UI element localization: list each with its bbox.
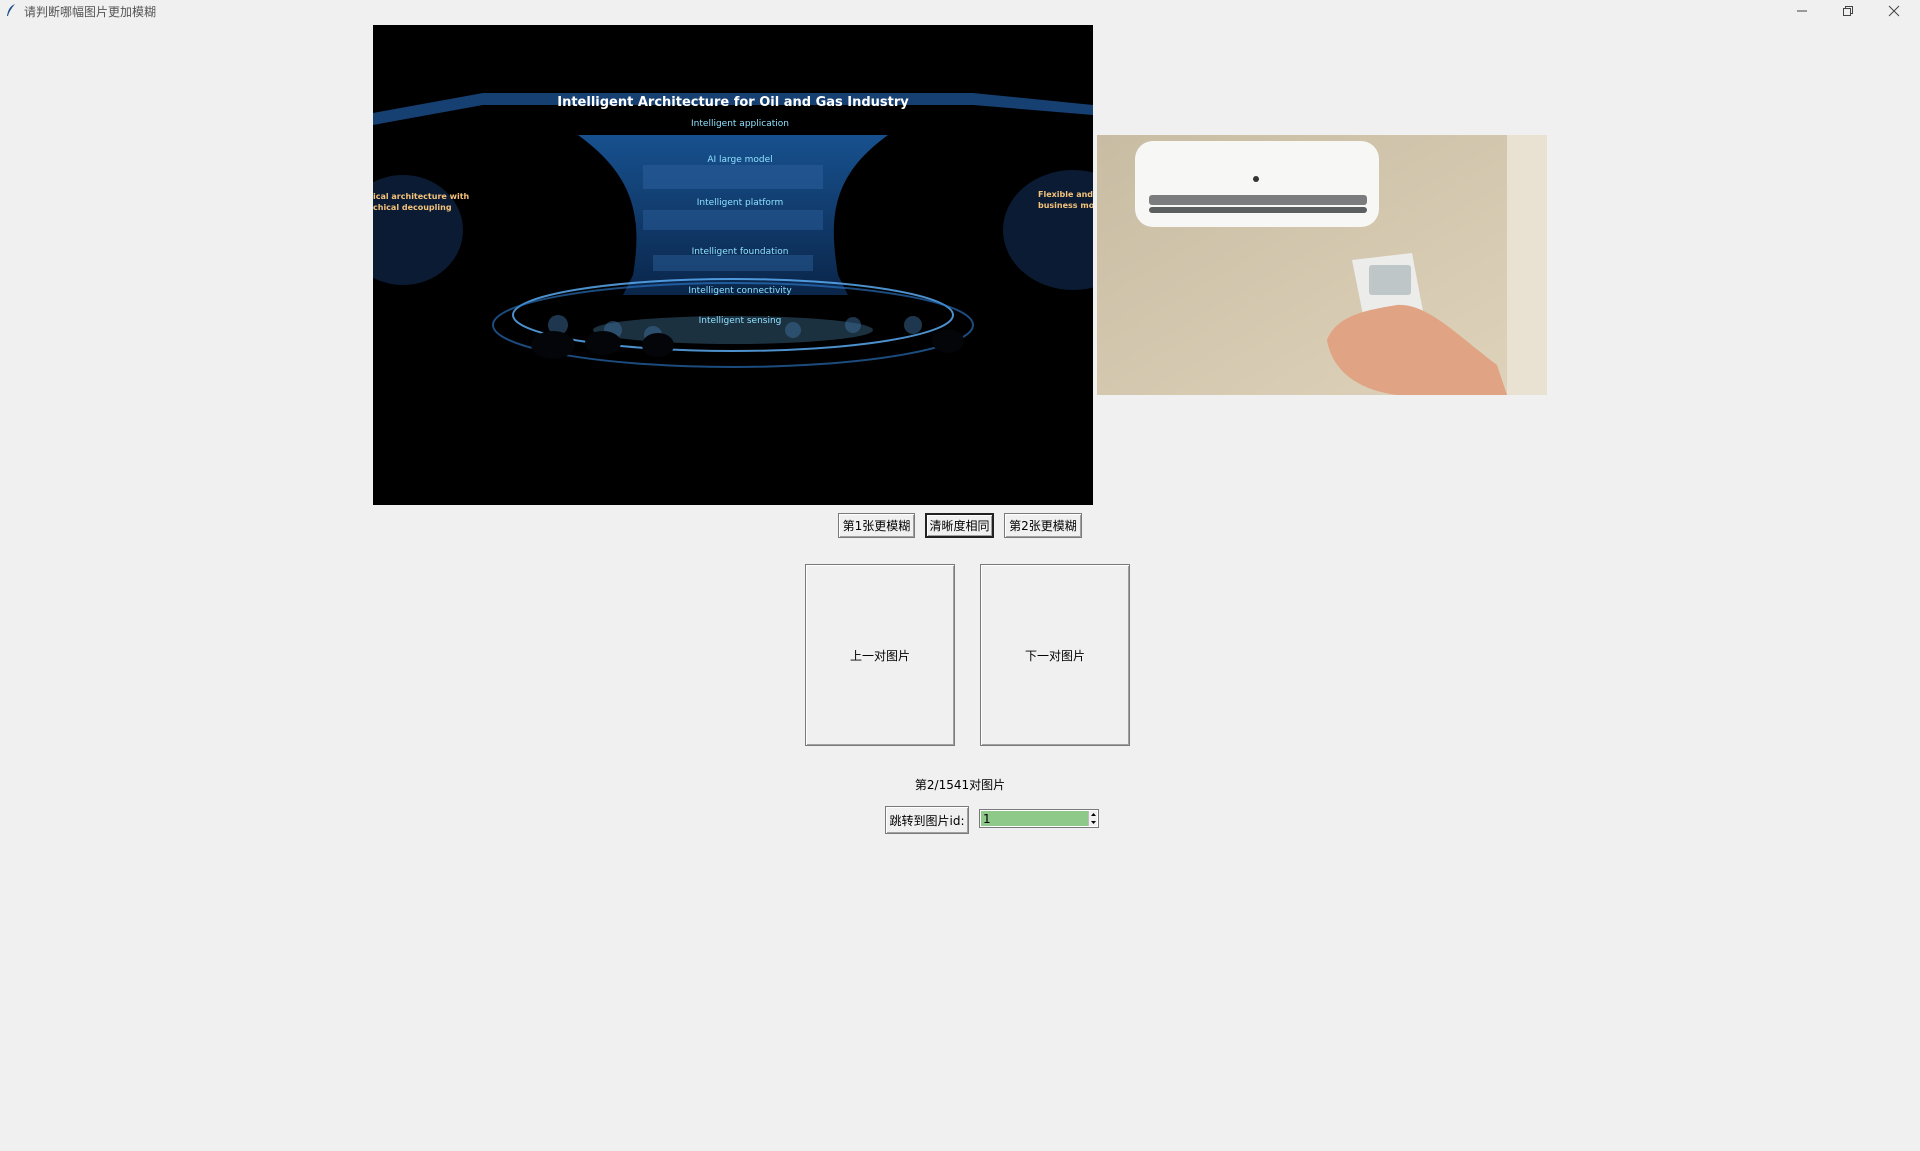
close-button[interactable] — [1872, 0, 1916, 22]
right-panel-line-0: Flexible and d — [1038, 190, 1093, 199]
window-title: 请判断哪幅图片更加模糊 — [24, 5, 157, 19]
stage-headline: Intelligent Architecture for Oil and Gas… — [557, 95, 909, 110]
minimize-button[interactable] — [1780, 0, 1824, 22]
previous-pair-button[interactable]: 上一对图片 — [805, 564, 955, 746]
spin-arrows — [1088, 811, 1097, 826]
image-1: Intelligent Architecture for Oil and Gas… — [373, 25, 1093, 505]
left-panel-line-1: chical decoupling — [373, 203, 452, 212]
left-panel-line-0: ical architecture with — [373, 192, 470, 201]
spin-up-button[interactable] — [1088, 811, 1097, 819]
spin-down-button[interactable] — [1088, 818, 1097, 826]
title-bar: 请判断哪幅图片更加模糊 — [0, 0, 1920, 22]
feather-icon — [7, 4, 15, 16]
jump-to-id-button[interactable]: 跳转到图片id: — [885, 806, 969, 834]
minimize-icon — [1797, 10, 1807, 12]
chevron-down-icon — [1090, 820, 1096, 824]
pair-counter: 第2/1541对图片 — [914, 778, 1006, 792]
id-spinbox — [979, 809, 1099, 828]
layer-4: Intelligent connectivity — [688, 286, 792, 296]
layer-1: AI large model — [707, 155, 772, 165]
first-blurrier-button[interactable]: 第1张更模糊 — [838, 513, 915, 538]
layer-2: Intelligent platform — [697, 198, 784, 208]
next-pair-button[interactable]: 下一对图片 — [980, 564, 1130, 746]
layer-0: Intelligent application — [691, 119, 789, 129]
restore-icon — [1843, 6, 1853, 16]
restore-button[interactable] — [1826, 0, 1870, 22]
right-panel-line-1: business mod — [1038, 201, 1093, 210]
second-blurrier-button[interactable]: 第2张更模糊 — [1004, 513, 1082, 538]
close-icon — [1888, 5, 1900, 17]
chevron-up-icon — [1090, 813, 1096, 817]
same-clarity-button[interactable]: 清晰度相同 — [925, 513, 994, 538]
id-input[interactable] — [981, 811, 1088, 826]
layer-3: Intelligent foundation — [692, 247, 789, 257]
stage-photo: Intelligent Architecture for Oil and Gas… — [373, 25, 1093, 505]
air-conditioner-remote-photo — [1097, 135, 1547, 395]
image-2 — [1097, 135, 1547, 395]
layer-5: Intelligent sensing — [699, 316, 782, 326]
